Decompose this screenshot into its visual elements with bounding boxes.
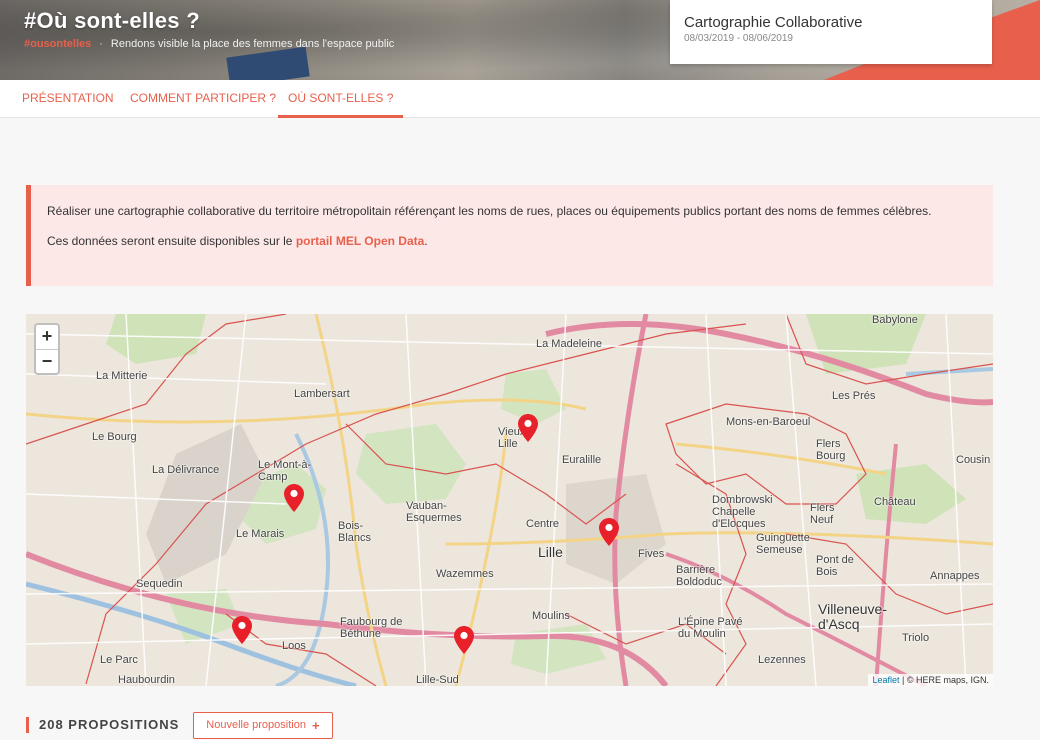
leaflet-link[interactable]: Leaflet	[872, 675, 899, 685]
map-attribution: Leaflet | © HERE maps, IGN.	[868, 674, 993, 686]
subtitle-text: Rendons visible la place des femmes dans…	[110, 38, 395, 50]
info-paragraph-2-text: Ces données seront ensuite disponibles s…	[47, 234, 296, 248]
page-subtitle: #ousontelles · Rendons visible la place de…	[24, 38, 395, 50]
place-label: Les Prés	[832, 390, 876, 402]
place-label: Pont de Bois	[816, 554, 854, 578]
zoom-in-button[interactable]: +	[36, 325, 58, 349]
proposals-bar: 208 PROPOSITIONS Nouvelle proposition +	[26, 711, 333, 739]
place-label: Babylone	[872, 314, 918, 326]
place-label: Le Mont-à-Camp	[258, 459, 312, 483]
project-dates: 08/03/2019 - 08/06/2019	[684, 33, 793, 44]
place-label: L'Épine Pavé du Moulin	[678, 616, 743, 640]
tab-comment-participer[interactable]: COMMENT PARTICIPER ?	[130, 80, 276, 118]
zoom-control: + −	[34, 323, 60, 375]
place-label: Lambersart	[294, 388, 350, 400]
place-label: Euralille	[562, 454, 602, 466]
place-label: La Délivrance	[152, 464, 220, 476]
place-label: Centre	[526, 518, 560, 530]
project-card: Cartographie Collaborative 08/03/2019 - …	[670, 0, 992, 64]
new-proposal-button[interactable]: Nouvelle proposition +	[193, 711, 333, 739]
place-label: Annappes	[930, 570, 980, 582]
info-box: Réaliser une cartographie collaborative …	[26, 185, 993, 286]
project-title: Cartographie Collaborative	[684, 14, 863, 31]
tab-bar: PRÉSENTATION COMMENT PARTICIPER ? OÙ SON…	[0, 80, 1040, 118]
info-paragraph-1: Réaliser une cartographie collaborative …	[47, 204, 932, 218]
place-label: Loos	[282, 640, 306, 652]
map-marker-icon[interactable]	[454, 626, 474, 654]
map-marker-icon[interactable]	[518, 414, 538, 442]
place-label: Bois-Blancs	[338, 520, 372, 544]
place-label: Fives	[638, 548, 665, 560]
place-label: Guinguette Semeuse	[756, 532, 810, 556]
place-label: Le Parc	[100, 654, 138, 666]
place-label: Vauban-Esquermes	[406, 500, 462, 524]
tab-ou-sont-elles[interactable]: OÙ SONT-ELLES ?	[278, 80, 404, 118]
place-label: Lille	[538, 544, 563, 560]
place-label: Le Marais	[236, 528, 285, 540]
place-label: Flers Bourg	[816, 438, 846, 462]
map-marker-icon[interactable]	[599, 518, 619, 546]
place-label: Haubourdin	[118, 674, 175, 686]
place-label: Mons-en-Baroeul	[726, 416, 811, 428]
map-marker-icon[interactable]	[232, 616, 252, 644]
place-label: Lezennes	[758, 654, 806, 666]
info-paragraph-2-end: .	[424, 234, 428, 248]
place-label: Château	[874, 496, 916, 508]
zoom-out-button[interactable]: −	[36, 349, 58, 373]
place-label: Barrière Boldoduc	[676, 564, 722, 588]
info-paragraph-2: Ces données seront ensuite disponibles s…	[47, 231, 977, 251]
place-label: Le Bourg	[92, 431, 137, 443]
place-label: Flers Neuf	[810, 502, 835, 526]
place-label: Triolo	[902, 632, 930, 644]
plus-icon: +	[311, 717, 320, 733]
place-label: Sequedin	[136, 578, 183, 590]
place-label: Dombrowski Chapelle d'Elocques	[712, 494, 773, 530]
place-label: Wazemmes	[436, 568, 494, 580]
place-label: Lille-Sud	[416, 674, 459, 686]
place-label: La Mitterie	[96, 370, 148, 382]
place-label: Faubourg de Béthune	[340, 616, 403, 640]
place-label: Moulins	[532, 610, 570, 622]
tab-presentation[interactable]: PRÉSENTATION	[22, 80, 114, 118]
banner-photo-sign	[226, 46, 310, 80]
attribution-text: | © HERE maps, IGN.	[902, 675, 989, 685]
map-marker-icon[interactable]	[284, 484, 304, 512]
page-title: #Où sont-elles ?	[24, 8, 200, 33]
new-proposal-label: Nouvelle proposition	[206, 719, 306, 731]
place-label: Villeneuve-d'Ascq	[818, 601, 888, 632]
place-label: La Madeleine	[536, 338, 603, 350]
proposals-count: 208 PROPOSITIONS	[26, 717, 179, 733]
hashtag: #ousontelles	[24, 38, 92, 50]
map[interactable]: + − La Mitterie Le Bourg Lambersart La M…	[26, 314, 993, 686]
open-data-link[interactable]: portail MEL Open Data	[296, 234, 424, 248]
place-label: Cousin	[956, 454, 991, 466]
